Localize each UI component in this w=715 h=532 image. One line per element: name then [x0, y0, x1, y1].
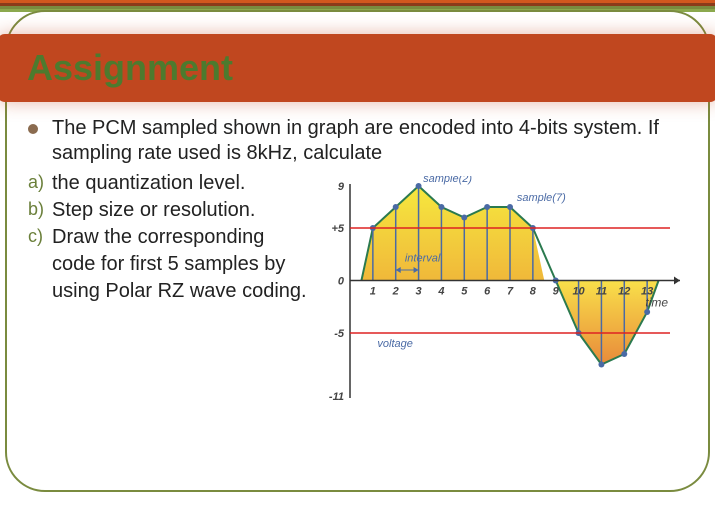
sample-dot: [461, 215, 467, 221]
x-tick-label: 1: [370, 286, 376, 298]
item-text: Step size or resolution.: [52, 197, 255, 224]
arrow-icon: [674, 277, 680, 285]
sample-dot: [484, 204, 490, 210]
item-label: a): [28, 170, 52, 194]
sample-dot: [621, 351, 627, 357]
annot-sample7: sample(7): [517, 192, 566, 204]
x-tick-label: 9: [553, 286, 560, 298]
annot-interval: interval: [405, 253, 441, 265]
sample-dot: [438, 204, 444, 210]
intro-row: The PCM sampled shown in graph are encod…: [28, 116, 687, 166]
y-tick-label: -11: [329, 391, 344, 403]
x-tick-label: 4: [437, 286, 444, 298]
x-tick-label: 10: [572, 286, 585, 298]
item-text: Draw the corresponding code for first 5 …: [52, 224, 312, 305]
intro-text: The PCM sampled shown in graph are encod…: [52, 116, 687, 166]
x-tick-label: 2: [392, 286, 399, 298]
x-tick-label: 6: [484, 286, 491, 298]
slide-title: Assignment: [27, 47, 233, 89]
x-tick-label: 8: [530, 286, 537, 298]
bullet-icon: [28, 124, 38, 134]
sample-dot: [598, 362, 604, 368]
chart-svg: 9+50-5-1112345678910111213sample(2)sampl…: [310, 176, 690, 416]
y-tick-label: 9: [338, 181, 345, 193]
sample-dot: [507, 204, 513, 210]
sample-dot: [393, 204, 399, 210]
x-tick-label: 11: [596, 286, 607, 298]
item-label: b): [28, 197, 52, 221]
x-tick-label: 7: [507, 286, 514, 298]
item-text: the quantization level.: [52, 170, 245, 197]
annot-voltage: voltage: [377, 338, 412, 350]
sample-dot: [644, 309, 650, 315]
sample-dot: [416, 183, 422, 189]
y-tick-label: 0: [338, 276, 345, 288]
annot-sample2: sample(2): [423, 176, 472, 185]
header-band: Assignment: [0, 34, 715, 102]
y-tick-label: +5: [331, 223, 344, 235]
y-tick-label: -5: [334, 328, 345, 340]
annot-time: time: [645, 296, 668, 310]
x-tick-label: 5: [461, 286, 468, 298]
item-label: c): [28, 224, 52, 248]
pcm-chart: 9+50-5-1112345678910111213sample(2)sampl…: [310, 176, 690, 416]
x-tick-label: 12: [618, 286, 630, 298]
x-tick-label: 3: [416, 286, 422, 298]
